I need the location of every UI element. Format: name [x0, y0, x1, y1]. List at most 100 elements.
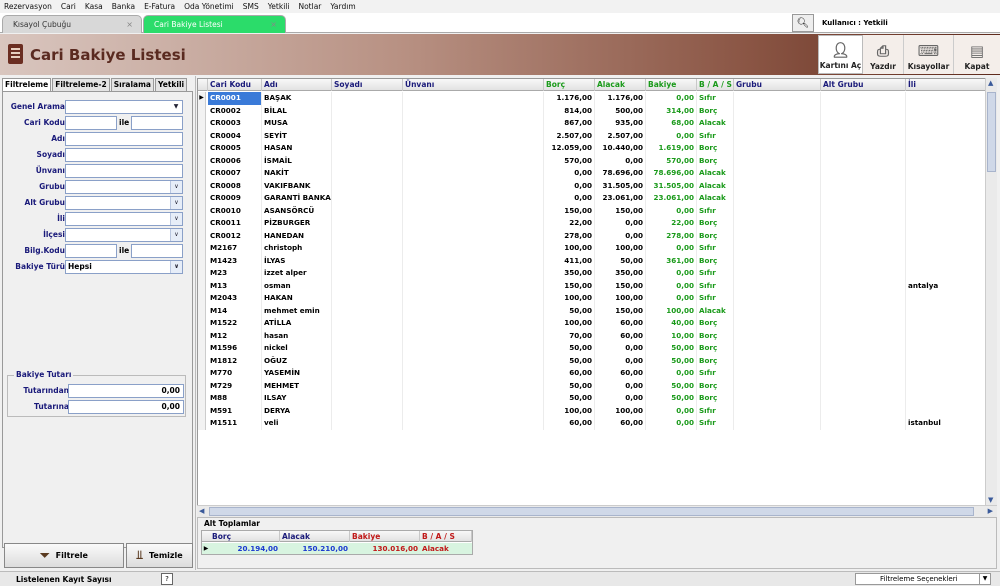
table-row[interactable]: CR0006 İSMAİL 570,00 0,00 570,00 Borç: [198, 154, 996, 167]
bakiye-turu-select[interactable]: Hepsi ∨: [65, 260, 183, 274]
menu-item[interactable]: Banka: [112, 2, 135, 11]
alt-grubu-select[interactable]: ∨: [65, 196, 183, 210]
row-indicator[interactable]: [198, 104, 206, 117]
scroll-thumb[interactable]: [987, 92, 996, 172]
chevron-down-icon[interactable]: ∨: [170, 229, 182, 241]
table-row[interactable]: M2043 HAKAN 100,00 100,00 0,00 Sıfır: [198, 292, 996, 305]
table-row[interactable]: CR0008 VAKIFBANK 0,00 31.505,00 31.505,00 Ala…: [198, 179, 996, 192]
chevron-down-icon[interactable]: ∨: [170, 261, 182, 273]
row-indicator[interactable]: [198, 117, 206, 130]
close-icon[interactable]: ×: [126, 20, 133, 29]
table-row[interactable]: M770 YASEMİN 60,00 60,00 0,00 Sıfır: [198, 367, 996, 380]
row-indicator[interactable]: [198, 342, 206, 355]
row-indicator[interactable]: [198, 179, 206, 192]
scroll-down-icon[interactable]: ▼: [988, 496, 993, 504]
menu-item[interactable]: SMS: [243, 2, 259, 11]
genel-arama-combo[interactable]: ▼: [65, 100, 183, 114]
close-icon[interactable]: ×: [270, 20, 277, 29]
chevron-down-icon[interactable]: ∨: [170, 197, 182, 209]
table-row[interactable]: M12 hasan 70,00 60,00 10,00 Borç: [198, 329, 996, 342]
table-row[interactable]: CR0010 ASANSÖRCÜ 150,00 150,00 0,00 Sıfır: [198, 204, 996, 217]
column-header[interactable]: İli: [906, 79, 986, 91]
help-icon[interactable]: ?: [161, 573, 173, 585]
close-button[interactable]: ▤ Kapat: [954, 35, 1000, 74]
row-indicator[interactable]: [198, 279, 206, 292]
row-indicator[interactable]: [198, 154, 206, 167]
vertical-scrollbar[interactable]: ▲ ▼: [985, 78, 997, 505]
menu-item[interactable]: Cari: [61, 2, 76, 11]
chevron-down-icon[interactable]: ∨: [170, 213, 182, 225]
column-header[interactable]: Alacak: [595, 79, 646, 91]
menu-item[interactable]: E-Fatura: [144, 2, 175, 11]
filter-button[interactable]: ⏷ Filtrele: [4, 543, 124, 568]
column-header[interactable]: Adı: [262, 79, 332, 91]
table-row[interactable]: CR0003 MUSA 867,00 935,00 68,00 Alacak: [198, 117, 996, 130]
table-row[interactable]: CR0004 SEYİT 2.507,00 2.507,00 0,00 Sıfır: [198, 129, 996, 142]
row-indicator[interactable]: [198, 379, 206, 392]
row-indicator[interactable]: [198, 417, 206, 430]
row-indicator[interactable]: [198, 254, 206, 267]
table-row[interactable]: ▶ CR0001 BAŞAK 1.176,00 1.176,00 0,00 Sıfır: [198, 92, 996, 105]
menu-item[interactable]: Oda Yönetimi: [184, 2, 234, 11]
tab-kisayol-cubugu[interactable]: Kısayol Çubuğu ×: [2, 15, 142, 33]
bilg-kodu-from-input[interactable]: [65, 244, 117, 258]
tab-cari-bakiye-listesi[interactable]: Cari Bakiye Listesi ×: [143, 15, 286, 33]
column-header[interactable]: Bakiye: [646, 79, 697, 91]
row-indicator[interactable]: [198, 142, 206, 155]
column-header[interactable]: Alt Grubu: [821, 79, 906, 91]
column-header[interactable]: Grubu: [734, 79, 821, 91]
table-row[interactable]: M1596 nickel 50,00 0,00 50,00 Borç: [198, 342, 996, 355]
filter-tab[interactable]: Sıralama: [110, 78, 154, 91]
filter-tab[interactable]: Filtreleme-2: [52, 78, 110, 91]
table-row[interactable]: M23 izzet alper 350,00 350,00 0,00 Sıfır: [198, 267, 996, 280]
row-indicator[interactable]: [198, 229, 206, 242]
ili-select[interactable]: ∨: [65, 212, 183, 226]
scroll-right-icon[interactable]: ▶: [988, 507, 993, 515]
column-header[interactable]: B / A / S: [697, 79, 734, 91]
table-row[interactable]: M591 DERYA 100,00 100,00 0,00 Sıfır: [198, 404, 996, 417]
bilg-kodu-to-input[interactable]: [131, 244, 183, 258]
scroll-up-icon[interactable]: ▲: [988, 79, 993, 87]
table-row[interactable]: M1522 ATİLLA 100,00 60,00 40,00 Borç: [198, 317, 996, 330]
print-button[interactable]: ⎙ Yazdır: [863, 35, 904, 74]
row-indicator[interactable]: [198, 217, 206, 230]
unvani-input[interactable]: [65, 164, 183, 178]
tutarindan-input[interactable]: 0,00: [68, 384, 184, 398]
menu-item[interactable]: Rezervasyon: [4, 2, 52, 11]
row-indicator[interactable]: [198, 304, 206, 317]
grubu-select[interactable]: ∨: [65, 180, 183, 194]
row-indicator[interactable]: [198, 317, 206, 330]
table-row[interactable]: CR0009 GARANTİ BANKAS 0,00 23.061,00 23.061,…: [198, 192, 996, 205]
table-row[interactable]: CR0011 PİZBURGER 22,00 0,00 22,00 Borç: [198, 217, 996, 230]
table-row[interactable]: M88 ILSAY 50,00 0,00 50,00 Borç: [198, 392, 996, 405]
search-icon[interactable]: 🔍︎: [792, 14, 814, 32]
row-indicator[interactable]: [198, 354, 206, 367]
table-row[interactable]: M1511 veli 60,00 60,00 0,00 Sıfır istanbul: [198, 417, 996, 430]
row-indicator[interactable]: [198, 292, 206, 305]
table-row[interactable]: M13 osman 150,00 150,00 0,00 Sıfır antalya: [198, 279, 996, 292]
table-row[interactable]: CR0002 BİLAL 814,00 500,00 314,00 Borç: [198, 104, 996, 117]
menu-item[interactable]: Notlar: [298, 2, 321, 11]
row-indicator[interactable]: [198, 367, 206, 380]
row-indicator[interactable]: [198, 192, 206, 205]
row-indicator[interactable]: ▶: [198, 92, 206, 105]
menu-item[interactable]: Yetkili: [268, 2, 290, 11]
column-header[interactable]: Cari Kodu: [208, 79, 262, 91]
adi-input[interactable]: [65, 132, 183, 146]
scroll-thumb[interactable]: [209, 507, 974, 516]
row-indicator[interactable]: [198, 404, 206, 417]
table-row[interactable]: M1423 İLYAS 411,00 50,00 361,00 Borç: [198, 254, 996, 267]
clear-button[interactable]: ⫫ Temizle: [126, 543, 193, 568]
column-header[interactable]: Borç: [544, 79, 595, 91]
cari-kodu-from-input[interactable]: [65, 116, 117, 130]
table-row[interactable]: CR0005 HASAN 12.059,00 10.440,00 1.619,00 Bor…: [198, 142, 996, 155]
column-header[interactable]: Soyadı: [332, 79, 403, 91]
row-indicator[interactable]: [198, 392, 206, 405]
shortcuts-button[interactable]: ⌨ Kısayollar: [904, 35, 954, 74]
table-row[interactable]: M1812 OĞUZ 50,00 0,00 50,00 Borç: [198, 354, 996, 367]
cari-kodu-to-input[interactable]: [131, 116, 183, 130]
row-indicator[interactable]: [198, 242, 206, 255]
menu-item[interactable]: Yardım: [330, 2, 355, 11]
soyadi-input[interactable]: [65, 148, 183, 162]
table-row[interactable]: M2167 christoph 100,00 100,00 0,00 Sıfır: [198, 242, 996, 255]
